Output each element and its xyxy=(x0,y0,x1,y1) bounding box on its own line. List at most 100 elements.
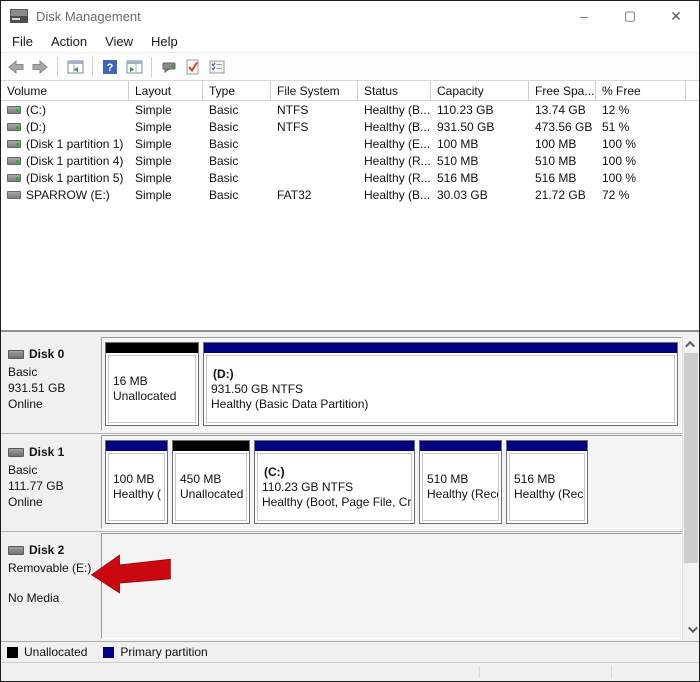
cell-capacity: 110.23 GB xyxy=(437,102,494,117)
disk1-graphic: 100 MB Healthy ( 450 MB Unallocated (C:)… xyxy=(101,435,682,529)
table-row[interactable]: (Disk 1 partition 1) Simple Basic Health… xyxy=(1,135,699,152)
cell-layout: Simple xyxy=(135,102,172,117)
cell-free-space: 473.56 GB xyxy=(535,119,593,134)
toolbar-separator xyxy=(151,56,152,77)
legend-primary-partition: Primary partition xyxy=(103,645,208,659)
partition-size: 510 MB xyxy=(427,472,469,486)
partition-size: 450 MB xyxy=(180,472,222,486)
back-icon[interactable] xyxy=(6,57,26,77)
partition-color-band xyxy=(420,441,501,451)
disk-drive-icon xyxy=(10,9,28,23)
disk-kind: Basic xyxy=(8,365,38,379)
column-header-type[interactable]: Type xyxy=(203,81,271,100)
cell-free-space: 516 MB xyxy=(535,170,577,185)
column-header-status[interactable]: Status xyxy=(358,81,431,100)
cell-volume: (Disk 1 partition 1) xyxy=(26,136,124,151)
disk-row-disk1: Disk 1 Basic 111.77 GB Online 100 MB Hea… xyxy=(1,434,682,532)
legend-label: Primary partition xyxy=(120,645,208,659)
column-header-free-space[interactable]: Free Spa... xyxy=(529,81,596,100)
disk-name: Disk 1 xyxy=(29,445,65,459)
cell-volume: (Disk 1 partition 5) xyxy=(26,170,124,185)
maximize-button[interactable]: ▢ xyxy=(607,1,653,31)
disk-management-window: Disk Management – ▢ ✕ File Action View H… xyxy=(0,0,700,682)
disk-size: 931.51 GB xyxy=(8,381,66,395)
scrollbar-up-button[interactable] xyxy=(683,336,699,353)
help-icon[interactable]: ? xyxy=(100,57,120,77)
console-tree-icon[interactable] xyxy=(65,57,85,77)
cell-free-space: 100 MB xyxy=(535,136,577,151)
scrollbar-thumb[interactable] xyxy=(684,353,698,563)
volume-icon xyxy=(7,156,21,165)
cell-status: Healthy (B... xyxy=(364,119,431,134)
disk0-label[interactable]: Disk 0 Basic 931.51 GB Online xyxy=(1,336,101,433)
partition-color-band xyxy=(106,441,167,451)
table-row[interactable]: (D:) Simple Basic NTFS Healthy (B... 931… xyxy=(1,118,699,135)
menu-bar: File Action View Help xyxy=(1,31,699,53)
close-button[interactable]: ✕ xyxy=(653,1,699,31)
check-disk-icon[interactable] xyxy=(183,57,203,77)
volume-icon xyxy=(7,173,21,182)
menu-action[interactable]: Action xyxy=(42,31,96,52)
disk-status: Online xyxy=(8,397,43,411)
column-header-file-system[interactable]: File System xyxy=(271,81,358,100)
volume-list: Volume Layout Type File System Status Ca… xyxy=(1,81,699,330)
menu-help[interactable]: Help xyxy=(142,31,187,52)
cell-layout: Simple xyxy=(135,153,172,168)
cell-volume: (C:) xyxy=(26,102,46,117)
cell-volume: SPARROW (E:) xyxy=(26,187,110,202)
task-list-icon[interactable] xyxy=(207,57,227,77)
primary-partition-swatch xyxy=(103,646,115,658)
partition-c[interactable]: (C:) 110.23 GB NTFS Healthy (Boot, Page … xyxy=(254,440,415,524)
menu-view[interactable]: View xyxy=(96,31,142,52)
table-row[interactable]: SPARROW (E:) Simple Basic FAT32 Healthy … xyxy=(1,186,699,203)
forward-icon[interactable] xyxy=(30,57,50,77)
cell-status: Healthy (E... xyxy=(364,136,431,151)
red-arrow-annotation xyxy=(90,554,171,594)
disk-popup-icon[interactable] xyxy=(159,57,179,77)
toolbar-separator xyxy=(57,56,58,77)
table-row[interactable]: (Disk 1 partition 5) Simple Basic Health… xyxy=(1,169,699,186)
partition-system[interactable]: 100 MB Healthy ( xyxy=(105,440,168,524)
disk1-label[interactable]: Disk 1 Basic 111.77 GB Online xyxy=(1,434,101,531)
disk2-label[interactable]: Disk 2 Removable (E:) No Media xyxy=(1,532,101,641)
cell-type: Basic xyxy=(209,170,239,185)
partition-recovery-1[interactable]: 510 MB Healthy (Reco xyxy=(419,440,502,524)
show-hide-console-icon[interactable] xyxy=(124,57,144,77)
cell-free-space: 13.74 GB xyxy=(535,102,586,117)
disk-name: Disk 2 xyxy=(29,543,65,557)
partition-status: Healthy ( xyxy=(113,487,162,501)
column-header-pct-free[interactable]: % Free xyxy=(596,81,686,100)
scrollbar-down-button[interactable] xyxy=(683,621,699,638)
disk2-graphic[interactable] xyxy=(101,533,682,639)
minimize-button[interactable]: – xyxy=(561,1,607,31)
cell-status: Healthy (R... xyxy=(364,153,431,168)
menu-file[interactable]: File xyxy=(3,31,42,52)
cell-type: Basic xyxy=(209,119,239,134)
cell-capacity: 30.03 GB xyxy=(437,187,488,202)
column-header-layout[interactable]: Layout xyxy=(129,81,203,100)
vertical-scrollbar[interactable] xyxy=(682,336,699,638)
cell-free-space: 510 MB xyxy=(535,153,577,168)
partition-size: 16 MB xyxy=(113,374,148,388)
disk-icon xyxy=(8,447,24,457)
title-bar: Disk Management – ▢ ✕ xyxy=(1,1,699,31)
table-row[interactable]: (Disk 1 partition 4) Simple Basic Health… xyxy=(1,152,699,169)
partition-size: 110.23 GB NTFS xyxy=(262,479,354,494)
cell-file-system xyxy=(271,169,358,186)
partition-recovery-2[interactable]: 516 MB Healthy (Reco xyxy=(506,440,588,524)
partition-unallocated[interactable]: 450 MB Unallocated xyxy=(172,440,250,524)
partition-status: Healthy (Reco xyxy=(514,487,585,501)
partition-d[interactable]: (D:) 931.50 GB NTFS Healthy (Basic Data … xyxy=(203,342,678,426)
cell-pct-free: 12 % xyxy=(602,102,630,117)
volume-icon xyxy=(7,105,21,114)
legend-bar: Unallocated Primary partition xyxy=(1,641,699,662)
window-title: Disk Management xyxy=(36,8,141,24)
partition-status: Healthy (Boot, Page File, Cra xyxy=(262,494,412,509)
column-header-capacity[interactable]: Capacity xyxy=(431,81,529,100)
column-header-filler xyxy=(686,81,699,100)
partition-unallocated[interactable]: 16 MB Unallocated xyxy=(105,342,199,426)
column-header-volume[interactable]: Volume xyxy=(1,81,129,100)
chevron-down-icon xyxy=(687,623,698,634)
table-row[interactable]: (C:) Simple Basic NTFS Healthy (B... 110… xyxy=(1,101,699,118)
cell-pct-free: 51 % xyxy=(602,119,630,134)
